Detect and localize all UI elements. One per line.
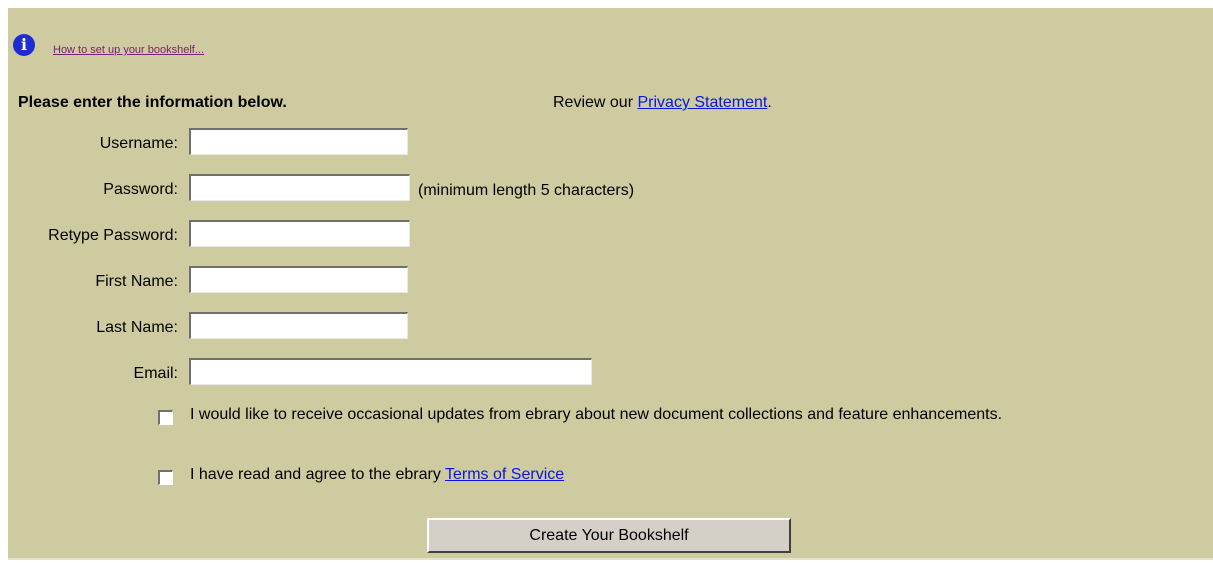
terms-checkbox[interactable] bbox=[158, 470, 173, 485]
terms-checkbox-label: I have read and agree to the ebrary Term… bbox=[190, 466, 564, 484]
terms-of-service-link[interactable]: Terms of Service bbox=[445, 466, 564, 483]
username-input[interactable] bbox=[189, 128, 408, 155]
updates-checkbox-label: I would like to receive occasional updat… bbox=[190, 406, 1003, 423]
privacy-suffix: . bbox=[767, 94, 772, 111]
privacy-notice: Review our Privacy Statement. bbox=[553, 94, 772, 112]
privacy-prefix: Review our bbox=[553, 94, 638, 111]
divider bbox=[8, 558, 1213, 560]
retype-password-input[interactable] bbox=[189, 220, 410, 247]
privacy-statement-link[interactable]: Privacy Statement bbox=[637, 94, 767, 111]
form-heading: Please enter the information below. bbox=[18, 94, 287, 111]
info-icon: i bbox=[13, 34, 35, 56]
email-label: Email: bbox=[133, 365, 178, 382]
password-hint: (minimum length 5 characters) bbox=[418, 182, 635, 199]
terms-label-prefix: I have read and agree to the ebrary bbox=[190, 466, 445, 483]
password-input[interactable] bbox=[189, 174, 410, 201]
retype-password-label: Retype Password: bbox=[48, 227, 178, 244]
password-label: Password: bbox=[103, 181, 178, 198]
first-name-input[interactable] bbox=[189, 266, 408, 293]
updates-checkbox[interactable] bbox=[158, 410, 173, 425]
last-name-input[interactable] bbox=[189, 312, 408, 339]
create-bookshelf-button[interactable]: Create Your Bookshelf bbox=[427, 518, 791, 553]
first-name-label: First Name: bbox=[95, 273, 178, 290]
help-link[interactable]: How to set up your bookshelf... bbox=[53, 44, 204, 56]
last-name-label: Last Name: bbox=[96, 319, 178, 336]
email-input[interactable] bbox=[189, 358, 592, 385]
username-label: Username: bbox=[99, 135, 178, 152]
